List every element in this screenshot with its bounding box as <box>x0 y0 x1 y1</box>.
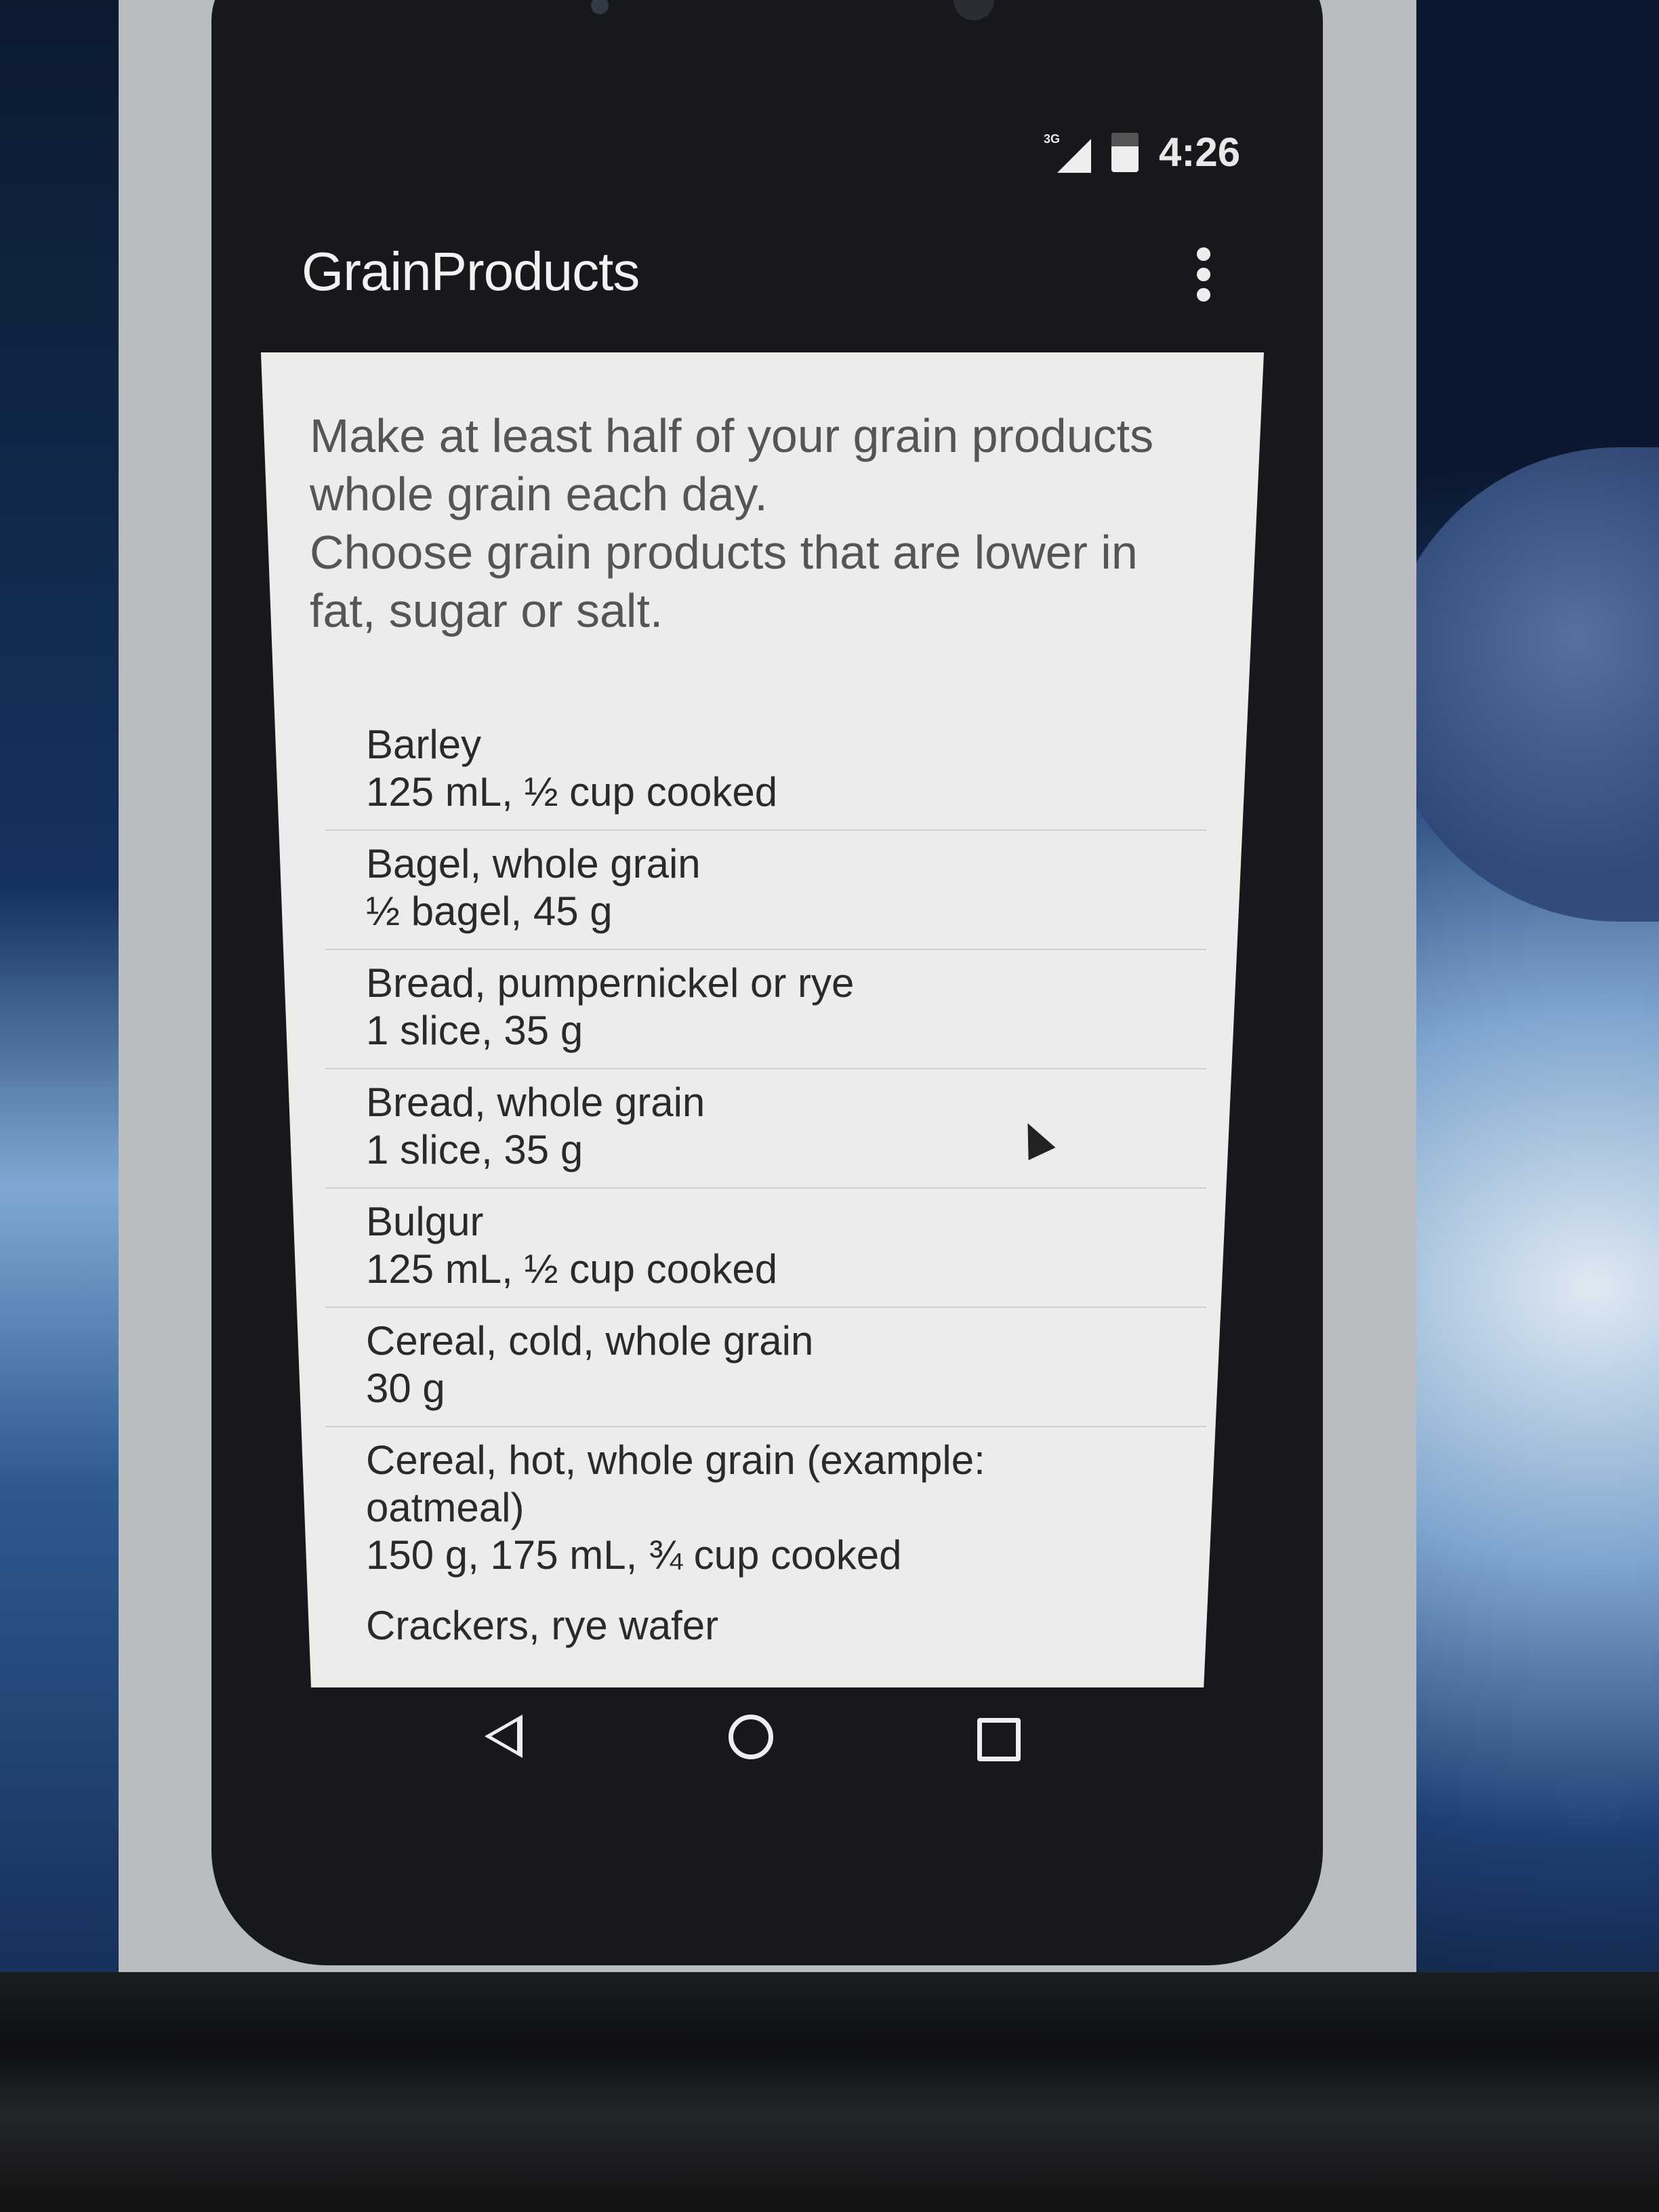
navigation-bar <box>0 1701 1659 1769</box>
item-name: Bread, pumpernickel or rye <box>366 960 855 1006</box>
item-serving: ½ bagel, 45 g <box>366 888 613 934</box>
item-serving: 30 g <box>366 1366 445 1411</box>
app-title: GrainProducts <box>302 241 640 302</box>
item-name: Barley <box>366 722 482 767</box>
list-item[interactable]: Barley 125 mL, ½ cup cooked <box>325 712 1206 831</box>
item-name: Bagel, whole grain <box>366 841 701 886</box>
list-item[interactable]: Bulgur 125 mL, ½ cup cooked <box>325 1189 1206 1308</box>
item-serving: 125 mL, ½ cup cooked <box>366 769 778 815</box>
battery-icon <box>1111 132 1139 172</box>
list-item[interactable]: Bread, pumpernickel or rye 1 slice, 35 g <box>325 950 1206 1069</box>
clock: 4:26 <box>1159 129 1241 175</box>
intro-line-1: Make at least half of your grain product… <box>310 409 1154 520</box>
list-item[interactable]: Crackers, rye wafer <box>325 1593 1206 1663</box>
signal-icon: 3G <box>1044 132 1091 173</box>
item-serving: 150 g, 175 mL, ¾ cup cooked <box>366 1532 902 1578</box>
back-icon[interactable] <box>485 1715 523 1758</box>
status-bar: 3G 4:26 <box>1044 129 1240 176</box>
home-icon[interactable] <box>729 1715 773 1759</box>
desktop-wallpaper-left <box>0 0 136 1979</box>
item-name: Cereal, cold, whole grain <box>366 1318 814 1364</box>
sensor <box>591 0 609 14</box>
item-serving: 1 slice, 35 g <box>366 1008 583 1053</box>
item-name: Bulgur <box>366 1199 484 1244</box>
list-item[interactable]: Cereal, cold, whole grain 30 g <box>325 1308 1206 1427</box>
intro-line-2: Choose grain products that are lower in … <box>310 526 1138 637</box>
content-area: Make at least half of your grain product… <box>261 352 1264 1687</box>
recents-icon[interactable] <box>977 1718 1021 1761</box>
list-item[interactable]: Bread, whole grain 1 slice, 35 g <box>325 1069 1206 1189</box>
wallpaper-moon <box>1382 447 1659 922</box>
item-name: Bread, whole grain <box>366 1080 705 1125</box>
more-vert-icon[interactable] <box>1194 247 1213 302</box>
monitor-bezel <box>0 1972 1659 2212</box>
intro-text: Make at least half of your grain product… <box>310 407 1204 640</box>
front-camera <box>954 0 994 20</box>
list-item[interactable]: Bagel, whole grain ½ bagel, 45 g <box>325 831 1206 950</box>
item-serving: 125 mL, ½ cup cooked <box>366 1246 778 1292</box>
item-serving: 1 slice, 35 g <box>366 1127 583 1172</box>
item-name: Cereal, hot, whole grain (example: oatme… <box>366 1437 985 1530</box>
grain-list[interactable]: Barley 125 mL, ½ cup cooked Bagel, whole … <box>325 712 1206 1663</box>
list-item[interactable]: Cereal, hot, whole grain (example: oatme… <box>325 1427 1206 1593</box>
item-name: Crackers, rye wafer <box>366 1603 719 1648</box>
